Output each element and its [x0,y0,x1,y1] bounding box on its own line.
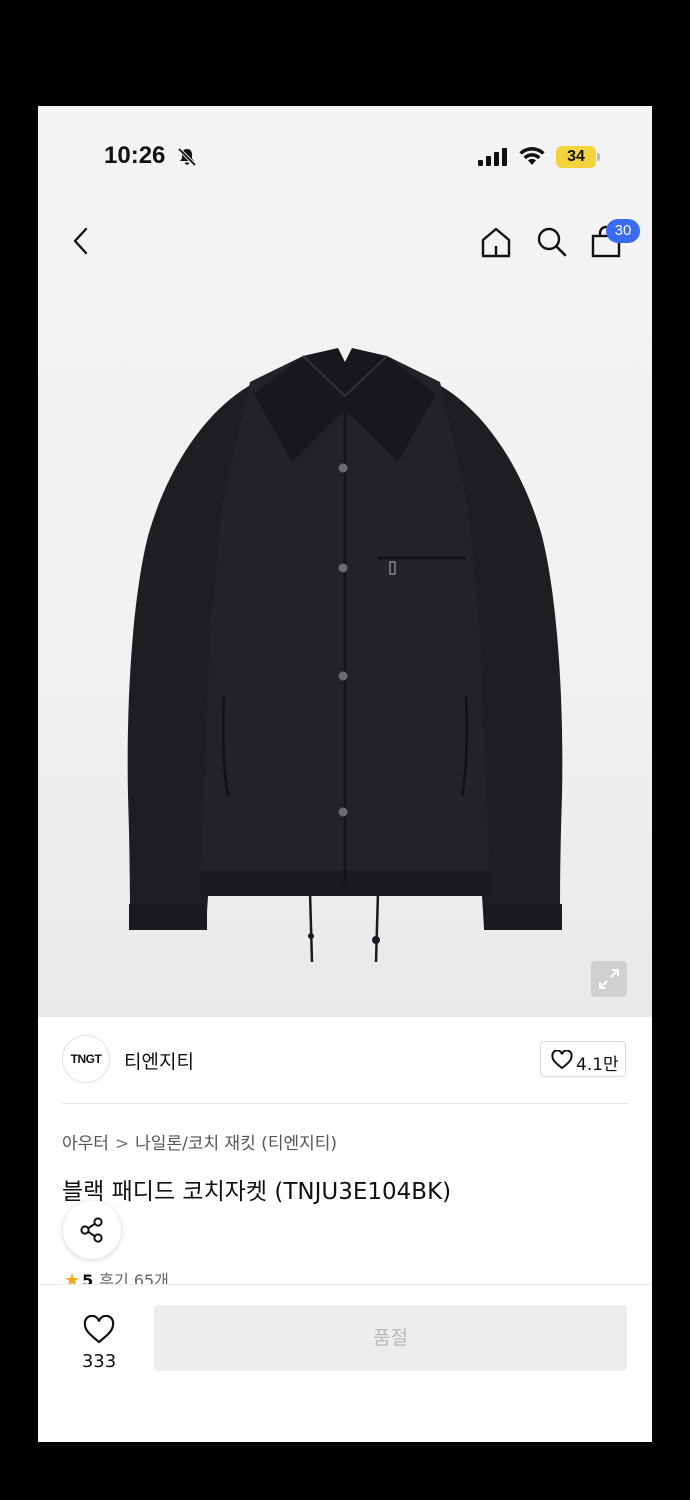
breadcrumb-subcategory[interactable]: 나일론/코치 재킷 (티엔지티) [135,1134,337,1154]
brand-like-button[interactable]: 4.1만 [540,1041,626,1077]
brand-like-count: 4.1만 [576,1055,619,1075]
expand-icon[interactable] [591,961,627,997]
bell-off-icon [176,146,198,172]
cart-count-badge: 30 [606,219,640,243]
top-navigation: 30 [38,206,652,276]
signal-icon [478,148,508,170]
product-screen: 10:26 34 30 TNGT 티엔지티 4.1만 아우터 > 나일론/코치 … [38,106,652,1442]
breadcrumb: 아우터 > 나일론/코치 재킷 (티엔지티) [62,1129,337,1154]
battery-tip [597,153,600,161]
brand-name[interactable]: 티엔지티 [124,1047,194,1074]
wishlist-count: 333 [81,1351,117,1372]
status-time: 10:26 [104,142,166,169]
status-bar: 10:26 34 [38,106,652,206]
search-icon[interactable] [535,225,569,263]
breadcrumb-separator: > [114,1134,130,1154]
share-button[interactable] [63,1201,121,1259]
jacket-illustration [127,348,563,963]
divider [62,1103,628,1104]
wishlist-heart-icon[interactable] [83,1314,115,1349]
heart-icon [551,1050,573,1070]
brand-logo[interactable]: TNGT [62,1035,110,1083]
home-icon[interactable] [479,225,513,263]
product-image[interactable] [38,276,652,1017]
soldout-button[interactable]: 품절 [154,1305,627,1371]
breadcrumb-category[interactable]: 아우터 [62,1134,109,1154]
back-icon[interactable] [70,226,92,260]
wifi-icon [519,146,545,170]
share-icon [80,1217,103,1243]
bottom-action-bar: 333 품절 [38,1284,652,1442]
product-title: 블랙 패디드 코치자켓 (TNJU3E104BK) [62,1179,452,1205]
brand-row: TNGT 티엔지티 4.1만 [38,1017,652,1103]
battery-indicator: 34 [556,146,596,168]
